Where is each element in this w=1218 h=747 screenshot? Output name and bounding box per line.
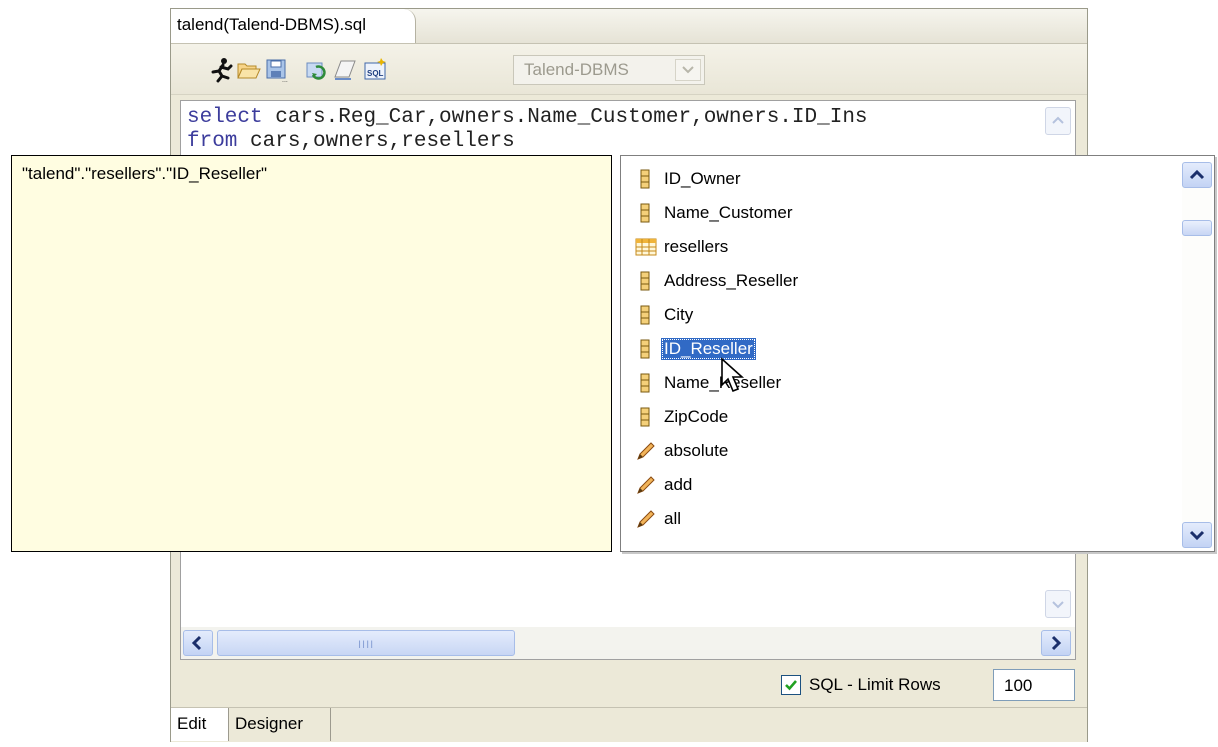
- limit-rows-input[interactable]: 100: [993, 669, 1075, 701]
- chevron-down-icon: [1052, 601, 1064, 609]
- checkmark-icon: [785, 680, 797, 691]
- code-keyword: select: [187, 106, 263, 129]
- column-icon: [640, 373, 650, 393]
- autocomplete-item-label: absolute: [664, 441, 729, 460]
- column-icon: [640, 203, 650, 223]
- column-icon: [640, 339, 650, 359]
- chevron-left-icon: [191, 635, 202, 651]
- column-icon: [640, 407, 650, 427]
- run-icon[interactable]: [209, 57, 235, 83]
- code-keyword: from: [187, 130, 238, 153]
- limit-rows-checkbox[interactable]: [781, 675, 801, 695]
- autocomplete-item-label: all: [664, 509, 682, 528]
- chevron-down-icon: [1189, 530, 1205, 541]
- connection-dropdown-button[interactable]: [675, 59, 701, 81]
- autocomplete-item-label: resellers: [664, 237, 729, 256]
- autocomplete-popup[interactable]: ID_Owner Name_Customer resellers Address_Re…: [620, 155, 1215, 552]
- editor-scroll-down-button[interactable]: [1045, 590, 1071, 618]
- autocomplete-item-label: ZipCode: [664, 407, 729, 426]
- mouse-cursor-icon: [721, 357, 745, 393]
- scroll-grip: IIII: [358, 639, 375, 651]
- open-folder-icon[interactable]: [236, 57, 262, 83]
- code-line-2: from cars,owners,resellers: [187, 131, 515, 153]
- autocomplete-item-label: Address_Reseller: [664, 271, 799, 290]
- table-icon: [635, 238, 657, 256]
- tab-edit[interactable]: Edit: [171, 708, 229, 741]
- limit-rows-label: SQL - Limit Rows: [809, 675, 941, 694]
- chevron-up-icon: [1189, 169, 1205, 180]
- column-icon: [640, 305, 650, 325]
- column-icon: [640, 271, 650, 291]
- editor-horizontal-scrollbar[interactable]: IIII: [181, 627, 1075, 659]
- autocomplete-scroll-thumb[interactable]: [1182, 220, 1212, 236]
- autocomplete-item-label: Name_Customer: [664, 203, 793, 222]
- chevron-up-icon: [1052, 116, 1064, 124]
- refresh-icon[interactable]: [304, 57, 330, 83]
- sql-builder-icon[interactable]: SQL: [363, 57, 389, 83]
- autocomplete-item-label: add: [664, 475, 693, 494]
- svg-text:...: ...: [282, 77, 288, 83]
- editor-scroll-up-button[interactable]: [1045, 107, 1071, 135]
- horizontal-scroll-thumb[interactable]: IIII: [217, 630, 515, 656]
- autocomplete-item-label: City: [664, 305, 694, 324]
- connection-select[interactable]: Talend-DBMS: [513, 55, 705, 85]
- scroll-left-button[interactable]: [183, 630, 213, 656]
- code-text: cars.Reg_Car,owners.Name_Customer,owners…: [262, 106, 868, 129]
- eraser-icon[interactable]: [333, 57, 359, 83]
- tab-designer[interactable]: Designer: [229, 708, 331, 741]
- keyword-icon: [637, 442, 655, 460]
- code-line-1: select cars.Reg_Car,owners.Name_Customer…: [187, 107, 868, 129]
- scroll-right-button[interactable]: [1041, 630, 1071, 656]
- svg-text:SQL: SQL: [367, 69, 384, 78]
- column-tooltip: "talend"."resellers"."ID_Reseller": [11, 155, 612, 552]
- connection-select-value: Talend-DBMS: [524, 60, 629, 79]
- code-text: cars,owners,resellers: [237, 130, 515, 153]
- editor-toolbar: ... SQL Talend-DBMS: [171, 44, 1087, 95]
- sql-file-tab[interactable]: talend(Talend-DBMS).sql: [171, 9, 416, 43]
- keyword-icon: [637, 476, 655, 494]
- save-icon[interactable]: ...: [264, 57, 290, 83]
- editor-tab-strip: talend(Talend-DBMS).sql: [171, 9, 1087, 44]
- limit-rows-bar: SQL - Limit Rows 100: [171, 665, 1087, 705]
- column-icon: [640, 169, 650, 189]
- chevron-right-icon: [1051, 635, 1062, 651]
- autocomplete-scroll-down-button[interactable]: [1182, 522, 1212, 548]
- chevron-down-icon: [682, 66, 694, 74]
- editor-mode-tabs: Edit Designer: [171, 707, 1087, 742]
- autocomplete-scroll-up-button[interactable]: [1182, 162, 1212, 188]
- keyword-icon: [637, 510, 655, 528]
- autocomplete-item-label: ID_Owner: [664, 169, 741, 188]
- tooltip-text: "talend"."resellers"."ID_Reseller": [22, 164, 268, 183]
